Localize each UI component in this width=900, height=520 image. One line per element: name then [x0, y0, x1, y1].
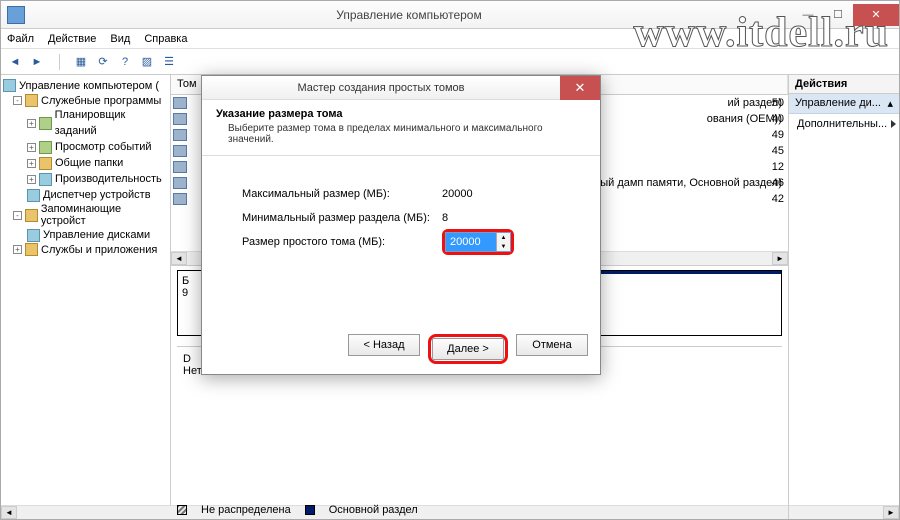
volume-size-input[interactable]: [446, 233, 496, 251]
wizard-titlebar: Мастер создания простых томов ✕: [202, 76, 600, 100]
back-button[interactable]: < Назад: [348, 334, 420, 356]
highlight-ring: Далее >: [428, 334, 508, 364]
navigation-tree[interactable]: Управление компьютером ( -Служебные прог…: [1, 75, 171, 519]
next-button[interactable]: Далее >: [432, 338, 504, 360]
toolbar-view-icon[interactable]: ▦: [71, 52, 91, 72]
tree-root-label: Управление компьютером (: [19, 80, 159, 92]
tree-root[interactable]: Управление компьютером (: [3, 79, 168, 92]
back-icon[interactable]: ◄: [5, 52, 25, 72]
toolbar-help-icon[interactable]: ?: [115, 52, 135, 72]
legend-swatch-primary: [305, 505, 315, 515]
spin-down-icon[interactable]: ▼: [497, 242, 510, 251]
tree-item-performance[interactable]: +Производительность: [3, 171, 168, 187]
legend-label-primary: Основной раздел: [329, 504, 418, 516]
highlight-ring: ▲ ▼: [442, 229, 514, 255]
tree-item-event-viewer[interactable]: +Просмотр событий: [3, 139, 168, 155]
min-size-label: Минимальный размер раздела (МБ):: [242, 212, 442, 224]
scroll-left-icon[interactable]: ◄: [1, 506, 17, 519]
volume-size-spinbox[interactable]: ▲ ▼: [445, 232, 511, 252]
actions-header: Действия: [789, 75, 899, 94]
max-size-value: 20000: [442, 188, 473, 200]
tree-group-system-tools[interactable]: -Служебные программы: [3, 94, 168, 107]
toolbar-separator: [49, 52, 69, 72]
window-titlebar: Управление компьютером — ☐ ✕: [1, 1, 899, 29]
chevron-right-icon: [891, 120, 896, 128]
cdrom-letter: D: [183, 353, 191, 365]
actions-section[interactable]: Управление ди... ▴: [789, 94, 899, 114]
window-title: Управление компьютером: [25, 8, 793, 22]
toolbar-refresh-icon[interactable]: ⟳: [93, 52, 113, 72]
legend-label-unalloc: Не распределена: [201, 504, 291, 516]
scroll-left-icon[interactable]: ◄: [171, 252, 187, 265]
tree-item-device-manager[interactable]: Диспетчер устройств: [3, 187, 168, 203]
spin-up-icon[interactable]: ▲: [497, 233, 510, 242]
actions-pane: Действия Управление ди... ▴ Дополнительн…: [789, 75, 899, 519]
volume-size-label: Размер простого тома (МБ):: [242, 236, 442, 248]
chevron-up-icon: ▴: [887, 97, 893, 110]
wizard-subheading: Выберите размер тома в пределах минималь…: [216, 123, 586, 145]
minimize-button[interactable]: —: [793, 4, 823, 26]
menu-bar: Файл Действие Вид Справка: [1, 29, 899, 49]
min-size-value: 8: [442, 212, 448, 224]
toolbar-list-icon[interactable]: ☰: [159, 52, 179, 72]
forward-icon[interactable]: ►: [27, 52, 47, 72]
tree-group-storage[interactable]: -Запоминающие устройст: [3, 203, 168, 227]
tree-scrollbar[interactable]: ◄ ►: [1, 505, 171, 519]
wizard-close-button[interactable]: ✕: [560, 76, 600, 100]
menu-help[interactable]: Справка: [144, 33, 187, 45]
legend-swatch-unalloc: [177, 505, 187, 515]
close-button[interactable]: ✕: [853, 4, 899, 26]
menu-action[interactable]: Действие: [48, 33, 96, 45]
tree-group-services[interactable]: +Службы и приложения: [3, 243, 168, 256]
menu-view[interactable]: Вид: [110, 33, 130, 45]
max-size-label: Максимальный размер (МБ):: [242, 188, 442, 200]
toolbar-props-icon[interactable]: ▨: [137, 52, 157, 72]
menu-file[interactable]: Файл: [7, 33, 34, 45]
maximize-button[interactable]: ☐: [823, 4, 853, 26]
wizard-header: Указание размера тома Выберите размер то…: [202, 100, 600, 156]
cancel-button[interactable]: Отмена: [516, 334, 588, 356]
legend: Не распределена Основной раздел: [177, 504, 418, 516]
wizard-title: Мастер создания простых томов: [202, 82, 560, 94]
tree-item-shared-folders[interactable]: +Общие папки: [3, 155, 168, 171]
app-icon: [7, 6, 25, 24]
wizard-heading: Указание размера тома: [216, 108, 586, 120]
actions-more[interactable]: Дополнительны...: [789, 114, 899, 134]
tree-item-task-scheduler[interactable]: +Планировщик заданий: [3, 107, 168, 139]
toolbar: ◄ ► ▦ ⟳ ? ▨ ☰: [1, 49, 899, 75]
wizard-dialog: Мастер создания простых томов ✕ Указание…: [201, 75, 601, 375]
tree-item-disk-management[interactable]: Управление дисками: [3, 227, 168, 243]
scroll-right-icon[interactable]: ►: [772, 252, 788, 265]
